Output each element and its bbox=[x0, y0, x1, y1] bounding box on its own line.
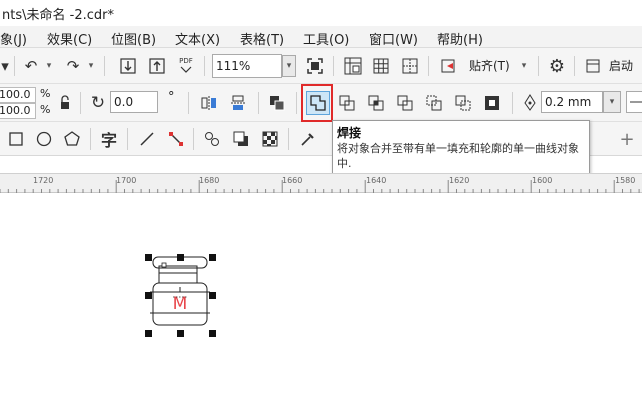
snap-icon[interactable] bbox=[438, 55, 460, 77]
ruler-icon[interactable] bbox=[342, 55, 364, 77]
export-icon[interactable] bbox=[146, 55, 168, 77]
weld-button-highlight bbox=[301, 84, 333, 122]
menu-bitmaps[interactable]: 位图(B) bbox=[111, 29, 156, 48]
blend-tool-icon[interactable] bbox=[201, 128, 223, 150]
drawing-canvas[interactable]: M bbox=[0, 193, 642, 412]
menu-effects[interactable]: 效果(C) bbox=[47, 29, 92, 48]
redo-dropdown-icon[interactable]: ▾ bbox=[84, 55, 98, 77]
weld-tooltip: 焊接 将对象合并至带有单一填充和轮廓的单一曲线对象中. bbox=[332, 120, 590, 174]
window-title: nts\未命名 -2.cdr* bbox=[2, 8, 114, 23]
snap-dropdown-icon[interactable]: ▾ bbox=[517, 55, 531, 77]
selection-handle-left[interactable] bbox=[145, 292, 152, 299]
tooltip-title: 焊接 bbox=[337, 126, 362, 140]
zoom-level-input[interactable]: 111% bbox=[212, 54, 282, 78]
back-minus-front-icon[interactable] bbox=[452, 92, 474, 114]
menu-tools[interactable]: 工具(O) bbox=[303, 29, 349, 48]
selection-handle-bottom[interactable] bbox=[177, 330, 184, 337]
outline-width-dropdown-icon[interactable]: ▾ bbox=[603, 91, 621, 113]
tooltip-description: 将对象合并至带有单一填充和轮廓的单一曲线对象中. bbox=[337, 142, 579, 170]
launch-icon[interactable] bbox=[582, 55, 604, 77]
transparency-tool-icon[interactable] bbox=[259, 128, 281, 150]
degree-sign: ° bbox=[168, 90, 175, 105]
rectangle-tool-icon[interactable] bbox=[5, 128, 27, 150]
grid-icon[interactable] bbox=[370, 55, 392, 77]
guidelines-icon[interactable] bbox=[399, 55, 421, 77]
simplify-icon[interactable] bbox=[394, 92, 416, 114]
snap-to-label[interactable]: 贴齐(T) bbox=[469, 57, 510, 74]
boundary-icon[interactable] bbox=[481, 92, 503, 114]
selection-handle-bottom-right[interactable] bbox=[209, 330, 216, 337]
pen-outline-icon[interactable] bbox=[519, 92, 541, 114]
undo-dropdown-icon[interactable]: ▾ bbox=[42, 55, 56, 77]
scale-x-percent: % bbox=[40, 87, 51, 100]
arrange-icon[interactable] bbox=[266, 92, 288, 114]
trim-icon[interactable] bbox=[336, 92, 358, 114]
outline-width-input[interactable]: 0.2 mm bbox=[541, 91, 603, 113]
front-minus-back-icon[interactable] bbox=[423, 92, 445, 114]
selection-handle-bottom-left[interactable] bbox=[145, 330, 152, 337]
mirror-horizontal-icon[interactable] bbox=[198, 92, 220, 114]
import-icon[interactable] bbox=[117, 55, 139, 77]
fullscreen-icon[interactable] bbox=[304, 55, 326, 77]
connector-tool-icon[interactable] bbox=[165, 128, 187, 150]
polygon-tool-icon[interactable] bbox=[61, 128, 83, 150]
eyedropper-tool-icon[interactable] bbox=[297, 128, 319, 150]
menu-bar: 象(J) 效果(C) 位图(B) 文本(X) 表格(T) 工具(O) 窗口(W)… bbox=[0, 26, 642, 48]
title-bar: nts\未命名 -2.cdr* bbox=[0, 0, 642, 26]
ruler-tick-label: 1660 bbox=[282, 176, 303, 185]
menu-help[interactable]: 帮助(H) bbox=[437, 29, 483, 48]
selection-handle-top-right[interactable] bbox=[209, 254, 216, 261]
scale-x-input[interactable]: 100.0 bbox=[0, 87, 36, 103]
menu-text[interactable]: 文本(X) bbox=[175, 29, 220, 48]
menu-window[interactable]: 窗口(W) bbox=[369, 29, 418, 48]
undo-icon[interactable]: ↶ bbox=[20, 55, 42, 77]
selection-handle-right[interactable] bbox=[209, 292, 216, 299]
zoom-dropdown-icon[interactable]: ▾ bbox=[282, 55, 296, 77]
selection-handle-top-left[interactable] bbox=[145, 254, 152, 261]
menu-table[interactable]: 表格(T) bbox=[240, 29, 284, 48]
options-gear-icon[interactable]: ⚙ bbox=[546, 55, 568, 77]
text-tool-icon[interactable]: 字 bbox=[98, 128, 120, 150]
rotate-icon[interactable]: ↻ bbox=[87, 92, 109, 114]
ruler-tick-label: 1620 bbox=[449, 176, 470, 185]
lock-ratio-icon[interactable] bbox=[54, 92, 76, 114]
ellipse-tool-icon[interactable] bbox=[33, 128, 55, 150]
outline-style-input[interactable] bbox=[626, 91, 642, 113]
intersect-icon[interactable] bbox=[365, 92, 387, 114]
ruler-tick-label: 1720 bbox=[33, 176, 54, 185]
ruler-tick-label: 1680 bbox=[199, 176, 220, 185]
standard-toolbar: ▾ ↶ ▾ ↷ ▾ PDF 111% ▾ 贴齐(T) ▾ ⚙ 启动 bbox=[0, 48, 642, 84]
ruler-tick-label: 1600 bbox=[532, 176, 553, 185]
ruler-tick-label: 1580 bbox=[615, 176, 636, 185]
selection-handle-top[interactable] bbox=[177, 254, 184, 261]
add-icon[interactable]: + bbox=[616, 128, 638, 150]
mirror-vertical-icon[interactable] bbox=[227, 92, 249, 114]
redo-icon[interactable]: ↷ bbox=[62, 55, 84, 77]
ruler-tick-label: 1640 bbox=[366, 176, 387, 185]
scale-y-input[interactable]: 100.0 bbox=[0, 103, 36, 119]
scale-y-percent: % bbox=[40, 103, 51, 116]
menu-object[interactable]: 象(J) bbox=[0, 29, 27, 48]
rotation-input[interactable]: 0.0 bbox=[110, 91, 158, 113]
pdf-icon[interactable]: PDF bbox=[175, 55, 197, 77]
horizontal-ruler[interactable]: 1720 1700 1680 1660 1640 1620 1600 1580 bbox=[0, 173, 642, 193]
ruler-tick-label: 1700 bbox=[116, 176, 137, 185]
line-tool-icon[interactable] bbox=[136, 128, 158, 150]
shadow-tool-icon[interactable] bbox=[230, 128, 252, 150]
launch-label[interactable]: 启动 bbox=[609, 57, 633, 74]
